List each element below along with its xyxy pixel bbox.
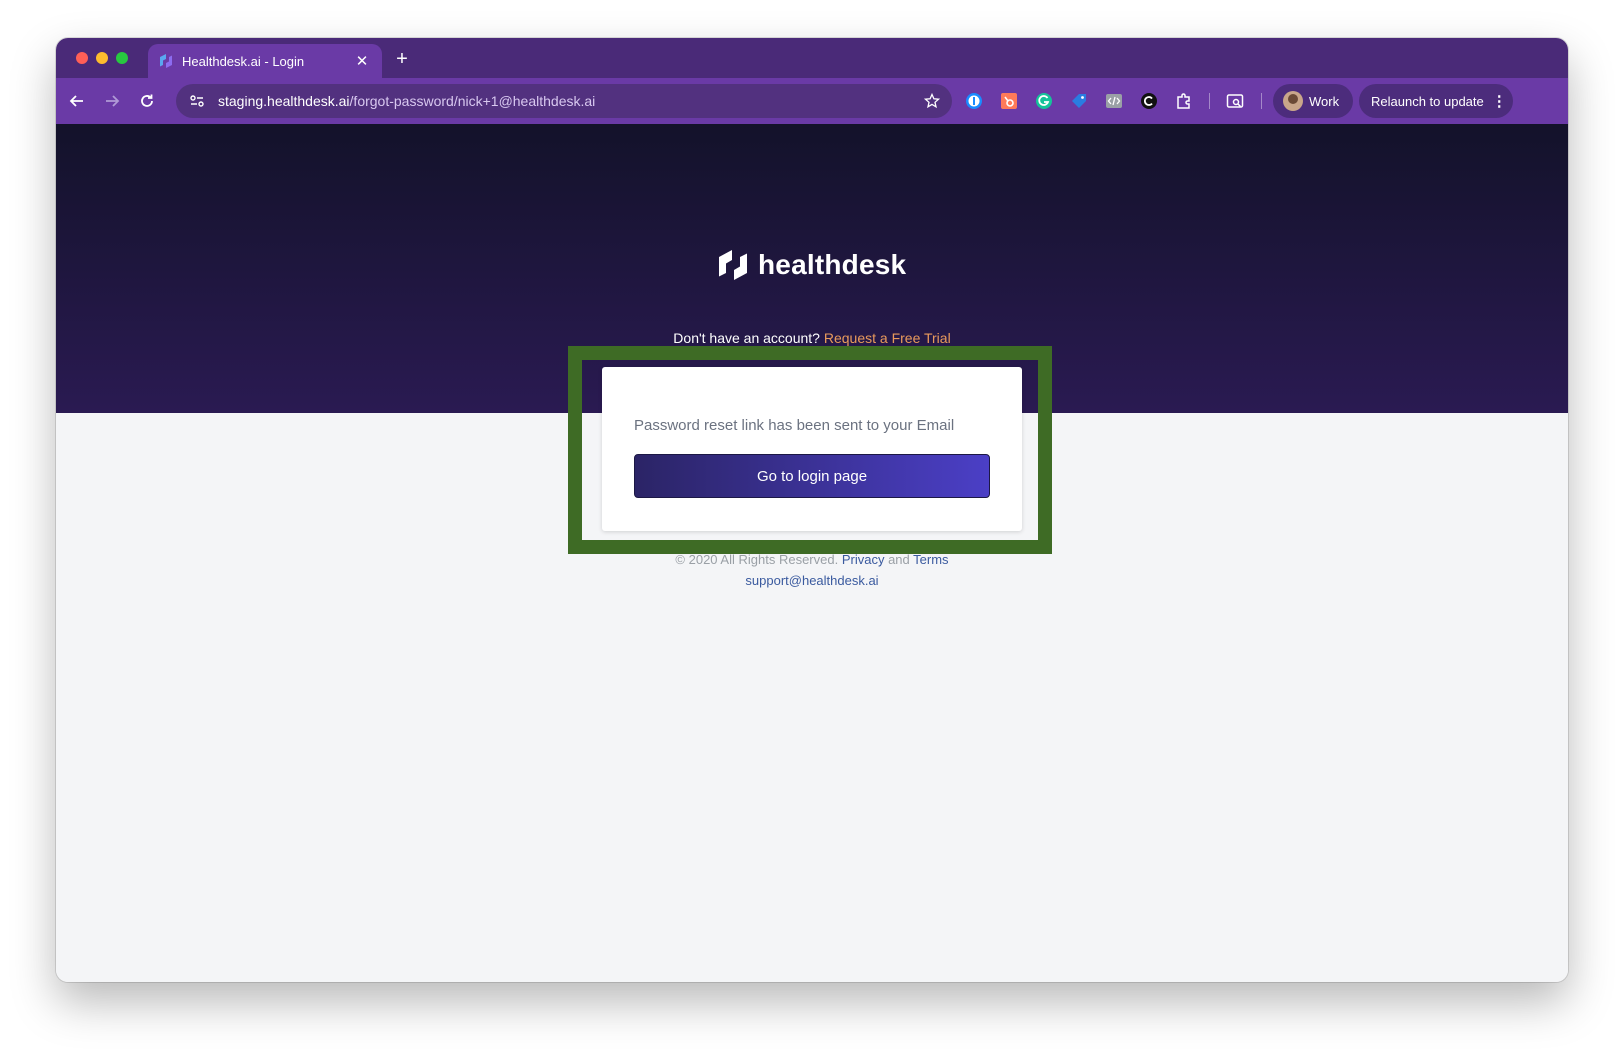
- hubspot-icon[interactable]: [999, 91, 1019, 111]
- go-to-login-button[interactable]: Go to login page: [634, 454, 990, 498]
- support-email-link[interactable]: support@healthdesk.ai: [745, 573, 878, 588]
- signup-prompt-text: Don't have an account?: [673, 330, 820, 346]
- tab-title: Healthdesk.ai - Login: [182, 53, 305, 69]
- reset-message: Password reset link has been sent to you…: [634, 417, 955, 434]
- healthdesk-logo-icon: [719, 250, 747, 280]
- avatar: [1283, 91, 1303, 111]
- back-button[interactable]: [64, 88, 90, 114]
- browser-window: Healthdesk.ai - Login ✕ + staging.health…: [56, 38, 1568, 982]
- reset-confirmation-card: Password reset link has been sent to you…: [602, 367, 1022, 531]
- url-host: staging.healthdesk.ai: [218, 93, 350, 109]
- tab-search-icon[interactable]: [1225, 91, 1245, 111]
- logo-text: healthdesk: [758, 249, 907, 280]
- browser-toolbar: staging.healthdesk.ai/forgot-password/ni…: [56, 78, 1568, 124]
- tab-healthdesk-login[interactable]: Healthdesk.ai - Login ✕: [148, 44, 382, 78]
- url-path: /forgot-password/nick+1@healthdesk.ai: [349, 93, 596, 109]
- toolbar-divider: [1261, 93, 1262, 109]
- tab-strip: Healthdesk.ai - Login ✕ +: [56, 38, 1568, 78]
- terms-link[interactable]: Terms: [913, 552, 948, 567]
- tab-close-icon[interactable]: ✕: [354, 53, 370, 70]
- toolbar-divider: [1209, 93, 1210, 109]
- arrow-right-icon: [106, 95, 120, 107]
- copyright-text: © 2020 All Rights Reserved.: [675, 552, 839, 567]
- page-content: healthdesk Don't have an account? Reques…: [56, 124, 1568, 982]
- grammarly-icon[interactable]: [1034, 91, 1054, 111]
- puzzle-icon[interactable]: [1174, 91, 1194, 111]
- maximize-window-button[interactable]: [116, 52, 128, 64]
- reload-icon: [141, 94, 153, 107]
- relaunch-button[interactable]: Relaunch to update ⋮: [1359, 84, 1513, 118]
- reload-button[interactable]: [134, 88, 160, 114]
- bookmark-star-icon[interactable]: [922, 91, 942, 111]
- url-text: staging.healthdesk.ai/forgot-password/ni…: [218, 93, 922, 109]
- arrow-left-icon: [69, 95, 83, 107]
- profile-name: Work: [1309, 93, 1340, 109]
- code-icon[interactable]: [1104, 91, 1124, 111]
- address-bar[interactable]: staging.healthdesk.ai/forgot-password/ni…: [176, 84, 952, 118]
- forward-button[interactable]: [99, 88, 125, 114]
- new-tab-button[interactable]: +: [390, 47, 414, 71]
- onepassword-icon[interactable]: [964, 91, 984, 111]
- request-free-trial-link[interactable]: Request a Free Trial: [824, 330, 951, 346]
- healthdesk-favicon-icon: [160, 54, 172, 68]
- signup-prompt: Don't have an account? Request a Free Tr…: [56, 330, 1568, 346]
- tag-icon[interactable]: [1069, 91, 1089, 111]
- profile-button[interactable]: Work: [1273, 84, 1353, 118]
- more-menu-icon[interactable]: ⋮: [1492, 92, 1507, 110]
- relaunch-label: Relaunch to update: [1371, 93, 1484, 109]
- minimize-window-button[interactable]: [96, 52, 108, 64]
- site-info-icon[interactable]: [186, 90, 208, 112]
- close-window-button[interactable]: [76, 52, 88, 64]
- privacy-link[interactable]: Privacy: [842, 552, 885, 567]
- and-text: and: [888, 552, 910, 567]
- extension-c-icon[interactable]: [1139, 91, 1159, 111]
- healthdesk-logo: healthdesk: [716, 248, 906, 282]
- footer-legal-line: © 2020 All Rights Reserved. Privacy and …: [56, 549, 1568, 570]
- footer: © 2020 All Rights Reserved. Privacy and …: [56, 549, 1568, 591]
